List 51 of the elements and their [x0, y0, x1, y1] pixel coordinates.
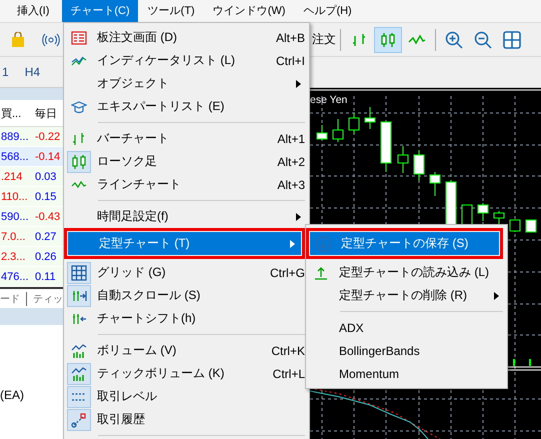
menu-title[interactable]: ツール(T) [140, 0, 203, 22]
toolbar-label[interactable]: 注文 [312, 31, 336, 48]
menu-item[interactable]: エキスパートリスト (E) [66, 95, 307, 118]
menu-item[interactable]: 取引履歴 [66, 408, 307, 431]
table-cell-text: 0.26 [34, 250, 58, 262]
table-cell-text: 0.15 [34, 190, 58, 202]
tab[interactable]: ード [0, 292, 26, 306]
menu-item[interactable]: ローソク足 Alt+2 [66, 150, 307, 173]
menu-title[interactable]: ウインドウ(W) [204, 0, 294, 22]
table-cell-text: 0.11 [34, 270, 57, 282]
table-cell-text: .214 [0, 170, 24, 182]
menu-item[interactable]: インディケータリスト (L) Ctrl+I [66, 49, 307, 72]
table-cell-text: -0.22 [34, 130, 62, 142]
table-cell-text: -0.43 [34, 210, 62, 222]
table-cell-text: 568... [0, 150, 30, 162]
menu-item[interactable]: 時間足設定(f) [66, 205, 307, 228]
navigator-item[interactable]: (EA) [0, 388, 24, 402]
timeframe-button[interactable]: H4 [24, 65, 40, 79]
table-cell-text: -0.14 [34, 150, 62, 162]
table-cell-text: 590... [0, 210, 30, 222]
menu-title[interactable]: ヘルプ(H) [295, 0, 360, 22]
table-cell-text: 0.27 [34, 230, 58, 242]
table-cell-text: 7.0... [0, 230, 26, 242]
menu-item[interactable]: 自動スクロール (S) [66, 284, 307, 307]
menu-item[interactable]: 取引レベル [66, 385, 307, 408]
menu-item[interactable]: ティックボリューム (K) Ctrl+L [66, 362, 307, 385]
menu-item[interactable]: グリッド (G) Ctrl+G [66, 261, 307, 284]
menu-item[interactable]: ADX [308, 316, 505, 339]
menu-item[interactable]: BollingerBands [308, 339, 505, 362]
menu-item[interactable]: ボリューム (V) Ctrl+K [66, 339, 307, 362]
timeframe-button[interactable]: 1 [2, 65, 9, 79]
menu-item[interactable]: バーチャート Alt+1 [66, 127, 307, 150]
menu-item[interactable]: チャートシフト(h) [66, 307, 307, 330]
table-cell-text: 889... [0, 130, 30, 142]
menu-item[interactable]: 定型チャートの読み込み (L) [308, 261, 505, 284]
column-header[interactable]: 毎日 [32, 106, 65, 120]
chart-title: ese Yen [310, 94, 348, 106]
table-cell-text: 0.03 [34, 170, 58, 182]
menu-item[interactable]: 定型チャート (T) [68, 232, 301, 255]
menu-title[interactable]: 挿入(I) [8, 0, 58, 22]
menu-item[interactable]: ラインチャート Alt+3 [66, 173, 307, 196]
table-cell-text: 110... [0, 190, 29, 202]
column-header[interactable]: 買... [0, 106, 32, 120]
menu-item[interactable]: 定型チャートの保存 (S) [310, 232, 499, 255]
menu-item[interactable]: オブジェクト [66, 72, 307, 95]
menu-title[interactable]: チャート(C) [62, 0, 138, 22]
menu-item[interactable]: Momentum [308, 362, 505, 385]
table-cell-text: 2.3... [0, 250, 26, 262]
table-cell-text: 476... [0, 270, 30, 282]
menu-item[interactable]: 定型チャートの削除 (R) [308, 284, 505, 307]
menu-item[interactable]: 板注文画面 (D) Alt+B [66, 26, 307, 49]
